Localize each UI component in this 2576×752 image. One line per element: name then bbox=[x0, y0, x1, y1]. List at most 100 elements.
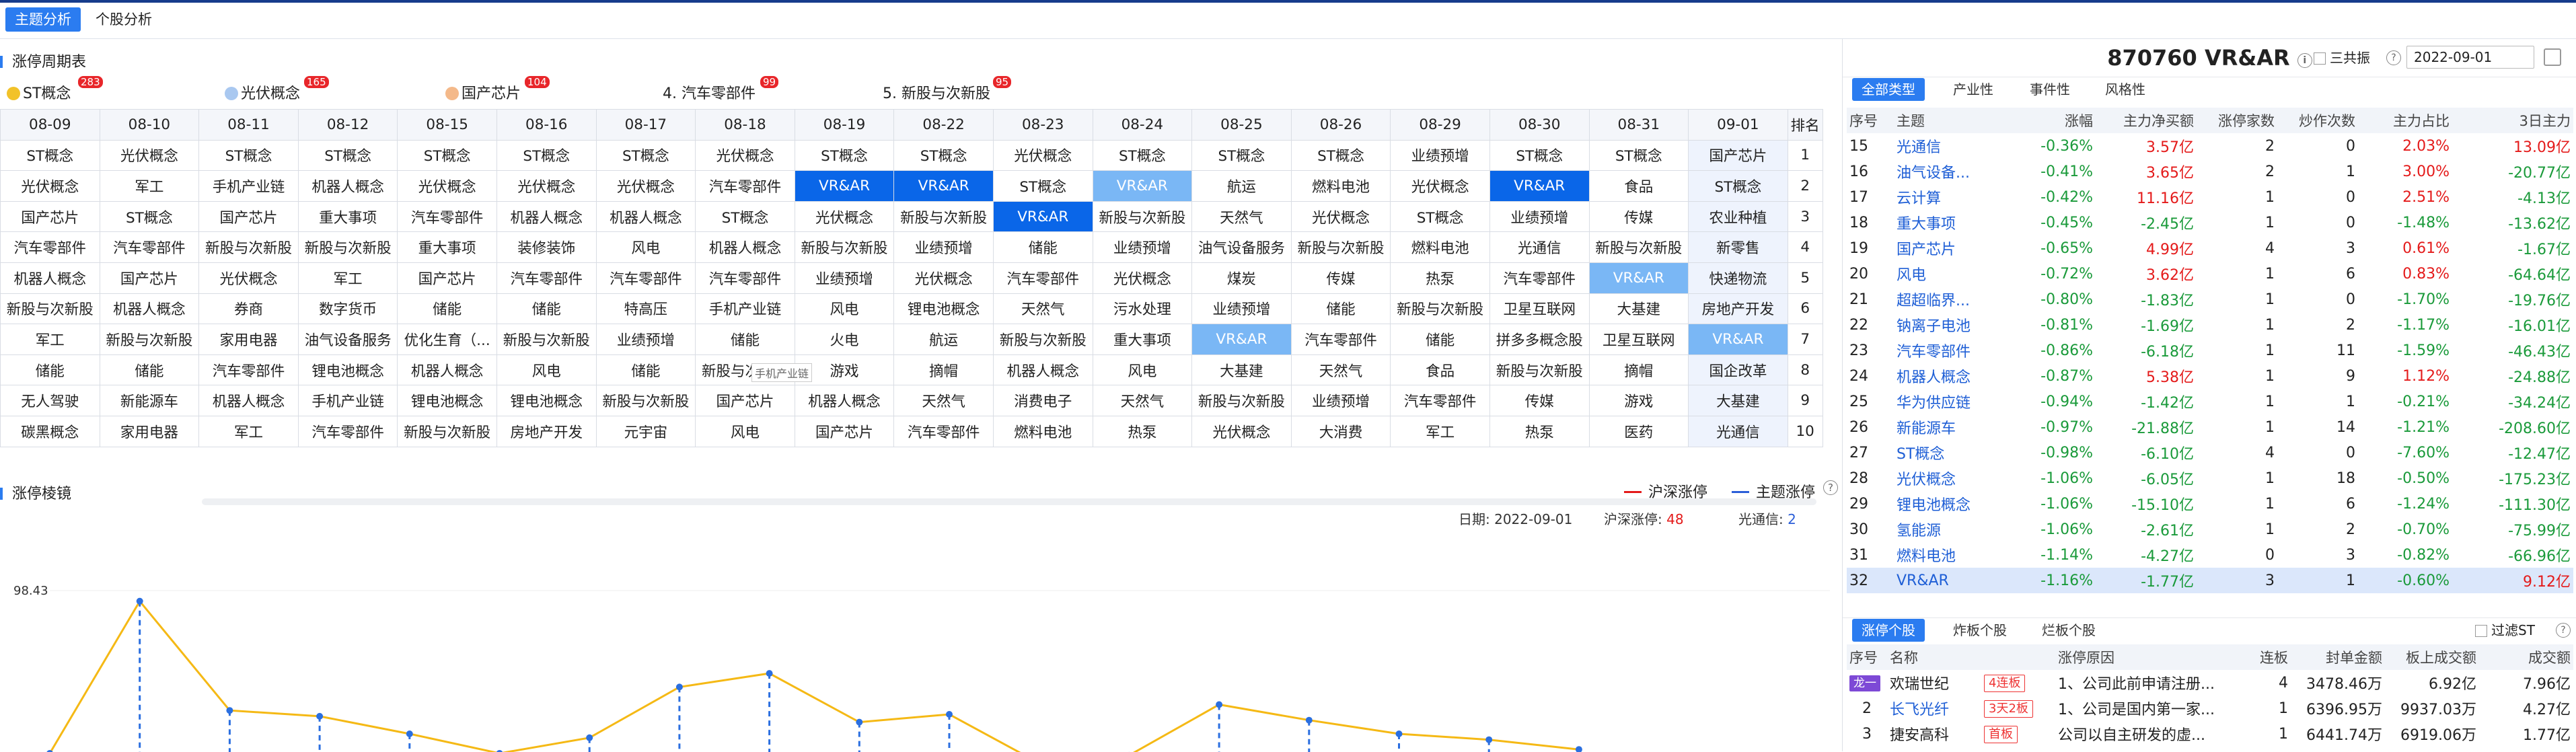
theme-row[interactable]: 23汽车零部件-0.86%-6.18亿111-1.59%-46.43亿 bbox=[1847, 338, 2573, 363]
theme-cell[interactable]: 元宇宙 bbox=[596, 416, 696, 447]
theme-cell[interactable]: ST概念 bbox=[1489, 140, 1589, 171]
stock-col-header[interactable]: 名称 bbox=[1887, 644, 1981, 670]
stock-row[interactable]: 3捷安高科首板公司以自主研发的虚...16441.74万6919.06万1.77… bbox=[1847, 721, 2573, 747]
theme-cell[interactable]: 热泵 bbox=[1391, 262, 1490, 293]
theme-row[interactable]: 32VR&AR-1.16%-1.77亿31-0.60%9.12亿 bbox=[1847, 568, 2573, 593]
date-header[interactable]: 08-16 bbox=[496, 110, 596, 141]
theme-cell[interactable]: VR&AR bbox=[1589, 262, 1689, 293]
theme-cell[interactable]: 光通信 bbox=[1689, 416, 1788, 447]
theme-cell[interactable]: ST概念 bbox=[696, 201, 795, 232]
theme-cell[interactable]: 光伏概念 bbox=[1894, 465, 2015, 491]
theme-cell[interactable]: 军工 bbox=[199, 416, 299, 447]
theme-cell[interactable]: 重大事项 bbox=[298, 201, 398, 232]
theme-cell[interactable]: 汽车零部件 bbox=[696, 171, 795, 202]
tab-theme-analysis[interactable]: 主题分析 bbox=[5, 7, 81, 32]
help-icon[interactable]: ? bbox=[2556, 623, 2571, 638]
theme-cell[interactable]: 光通信 bbox=[1489, 232, 1589, 263]
tab-broken-stocks[interactable]: 炸板个股 bbox=[1944, 619, 2016, 642]
theme-cell[interactable]: ST概念 bbox=[1391, 201, 1490, 232]
hot-theme-4[interactable]: 4. 汽车零部件99 bbox=[663, 81, 756, 103]
theme-cell[interactable]: VR&AR bbox=[1894, 568, 2015, 593]
theme-col-header[interactable]: 炒作次数 bbox=[2277, 108, 2358, 133]
theme-cell[interactable]: ST概念 bbox=[199, 140, 299, 171]
theme-row[interactable]: 31燃料电池-1.14%-4.27亿03-0.82%-66.96亿 bbox=[1847, 542, 2573, 568]
hot-theme-3[interactable]: 国产芯片104 bbox=[445, 81, 521, 103]
theme-cell[interactable]: 机器人概念 bbox=[696, 232, 795, 263]
date-header[interactable]: 08-18 bbox=[696, 110, 795, 141]
checkbox-icon[interactable] bbox=[2475, 625, 2487, 637]
theme-cell[interactable]: 装修装饰 bbox=[496, 232, 596, 263]
theme-cell[interactable]: 新股与次新股 bbox=[496, 324, 596, 355]
theme-cell[interactable]: 锂电池概念 bbox=[1894, 491, 2015, 517]
theme-cell[interactable]: 军工 bbox=[1, 324, 100, 355]
theme-cell[interactable]: 国产芯片 bbox=[199, 201, 299, 232]
theme-cell[interactable]: 燃料电池 bbox=[1894, 542, 2015, 568]
theme-cell[interactable]: 光通信 bbox=[1894, 133, 2015, 159]
theme-cell[interactable]: 汽车零部件 bbox=[298, 416, 398, 447]
date-header[interactable]: 08-11 bbox=[199, 110, 299, 141]
theme-cell[interactable]: 新股与次新股 bbox=[795, 232, 894, 263]
theme-cell[interactable]: 天然气 bbox=[1291, 354, 1391, 385]
theme-cell[interactable]: 汽车零部件 bbox=[596, 262, 696, 293]
stock-col-header[interactable]: 序号 bbox=[1847, 644, 1887, 670]
theme-cell[interactable]: VR&AR bbox=[795, 171, 894, 202]
date-header[interactable]: 08-31 bbox=[1589, 110, 1689, 141]
theme-cell[interactable]: 航运 bbox=[1192, 171, 1292, 202]
checkbox-icon[interactable] bbox=[2314, 52, 2326, 65]
theme-cell[interactable]: 云计算 bbox=[1894, 184, 2015, 210]
stock-cell[interactable]: 长飞光纤 bbox=[1887, 695, 1981, 721]
theme-cell[interactable]: 大消费 bbox=[1291, 416, 1391, 447]
theme-row[interactable]: 27ST概念-0.98%-6.10亿40-7.60%-12.47亿 bbox=[1847, 440, 2573, 465]
legend-theme[interactable]: 主题涨停 bbox=[1732, 480, 1815, 502]
theme-cell[interactable]: 新股与次新股 bbox=[1291, 232, 1391, 263]
theme-cell[interactable]: 卫星互联网 bbox=[1589, 324, 1689, 355]
help-icon[interactable]: ? bbox=[2386, 50, 2401, 65]
theme-cell[interactable]: 汽车零部件 bbox=[993, 262, 1093, 293]
theme-cell[interactable]: 光伏概念 bbox=[1093, 262, 1192, 293]
date-header[interactable]: 08-29 bbox=[1391, 110, 1490, 141]
filter-industry[interactable]: 产业性 bbox=[1944, 78, 2003, 101]
theme-cell[interactable]: 光伏概念 bbox=[596, 171, 696, 202]
theme-cell[interactable]: VR&AR bbox=[1093, 171, 1192, 202]
theme-cell[interactable]: 新股与次新股 bbox=[199, 232, 299, 263]
theme-col-header[interactable]: 涨停家数 bbox=[2197, 108, 2277, 133]
theme-cell[interactable]: 机器人概念 bbox=[1, 262, 100, 293]
theme-cell[interactable]: 热泵 bbox=[1489, 416, 1589, 447]
theme-row[interactable]: 15光通信-0.36%3.57亿202.03%13.09亿 bbox=[1847, 133, 2573, 159]
theme-cell[interactable]: 传媒 bbox=[1589, 201, 1689, 232]
help-icon[interactable]: ? bbox=[1823, 480, 1838, 495]
theme-cell[interactable]: 汽车零部件 bbox=[1, 232, 100, 263]
theme-cell[interactable]: 汽车零部件 bbox=[1391, 385, 1490, 416]
theme-cell[interactable]: 机器人概念 bbox=[596, 201, 696, 232]
theme-cell[interactable]: 机器人概念 bbox=[1894, 363, 2015, 389]
theme-cell[interactable]: 新股与次新股 bbox=[1489, 354, 1589, 385]
stock-row[interactable]: 龙一欢瑞世纪4连板1、公司此前申请注册...43478.46万6.92亿7.96… bbox=[1847, 670, 2573, 695]
stock-col-header[interactable]: 封单金额 bbox=[2291, 644, 2385, 670]
theme-cell[interactable]: 手机产业链 bbox=[696, 293, 795, 324]
theme-cell[interactable]: 碳黑概念 bbox=[1, 416, 100, 447]
theme-cell[interactable]: 汽车零部件 bbox=[1894, 338, 2015, 363]
theme-cell[interactable]: 汽车零部件 bbox=[496, 262, 596, 293]
theme-cell[interactable]: 锂电池概念 bbox=[398, 385, 497, 416]
theme-cell[interactable]: 光伏概念 bbox=[993, 140, 1093, 171]
stock-col-header[interactable]: 连板 bbox=[2250, 644, 2291, 670]
theme-cell[interactable]: 业绩预增 bbox=[1093, 232, 1192, 263]
theme-cell[interactable]: 天然气 bbox=[993, 293, 1093, 324]
theme-cell[interactable]: 储能 bbox=[1391, 324, 1490, 355]
theme-cell[interactable]: 无人驾驶 bbox=[1, 385, 100, 416]
theme-row[interactable]: 17云计算-0.42%11.16亿102.51%-4.13亿 bbox=[1847, 184, 2573, 210]
date-header[interactable]: 08-17 bbox=[596, 110, 696, 141]
theme-cell[interactable]: 国产芯片 bbox=[100, 262, 199, 293]
theme-cell[interactable]: ST概念 bbox=[1291, 140, 1391, 171]
theme-cell[interactable]: 光伏概念 bbox=[496, 171, 596, 202]
theme-row[interactable]: 18重大事项-0.45%-2.45亿10-1.48%-13.62亿 bbox=[1847, 210, 2573, 235]
theme-cell[interactable]: 机器人概念 bbox=[993, 354, 1093, 385]
theme-cell[interactable]: 消费电子 bbox=[993, 385, 1093, 416]
theme-cell[interactable]: 油气设备服务 bbox=[1192, 232, 1292, 263]
theme-cell[interactable]: 光伏概念 bbox=[1391, 171, 1490, 202]
theme-col-header[interactable]: 涨幅 bbox=[2015, 108, 2096, 133]
date-header[interactable]: 08-15 bbox=[398, 110, 497, 141]
theme-cell[interactable]: 拼多多概念股 bbox=[1489, 324, 1589, 355]
theme-cell[interactable]: 业绩预增 bbox=[1291, 385, 1391, 416]
theme-cell[interactable]: 风电 bbox=[696, 416, 795, 447]
